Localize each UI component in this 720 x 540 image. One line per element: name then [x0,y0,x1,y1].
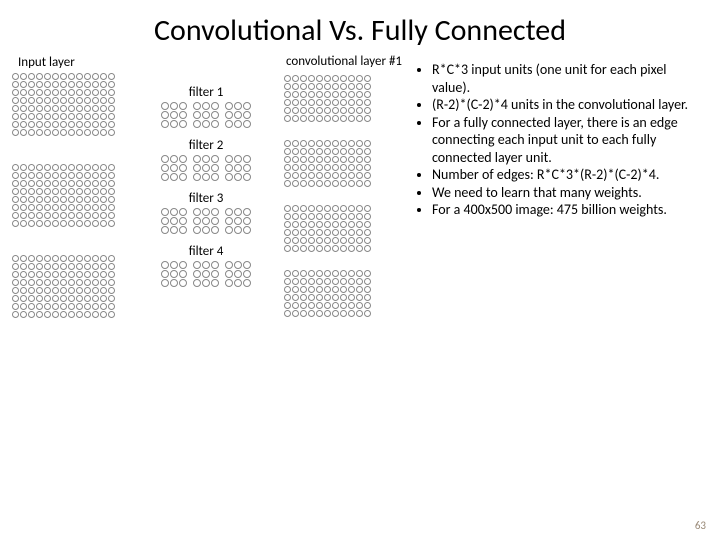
filter-grid [225,208,251,234]
filter-label: filter 3 [136,191,276,206]
input-grid [12,164,128,227]
input-grid [12,73,128,136]
bullets-column: R*C*3 input units (one unit for each pix… [412,55,702,346]
slide-title: Convolutional Vs. Fully Connected [0,0,720,55]
filter-group: filter 1 [136,85,276,128]
conv-grid [284,140,404,187]
input-layer-label: Input layer [12,55,128,70]
filter-label: filter 4 [136,244,276,259]
bullet-item: For a 400x500 image: 475 billion weights… [432,201,702,219]
filter-grid [161,208,187,234]
conv-layer-label: convolutional layer #1 [284,55,404,69]
bullet-item: We need to learn that many weights. [432,184,702,202]
input-grid [12,255,128,318]
filter-grid [161,155,187,181]
filter-group: filter 4 [136,244,276,287]
filter-label: filter 1 [136,85,276,100]
page-number: 63 [695,519,706,532]
conv-grid [284,270,404,317]
bullets-list: R*C*3 input units (one unit for each pix… [412,61,702,219]
input-layer-column: Input layer [12,55,128,346]
bullet-item: Number of edges: R*C*3*(R-2)*(C-2)*4. [432,166,702,184]
filter-grid [225,155,251,181]
filter-grid [193,261,219,287]
bullet-item: For a fully connected layer, there is an… [432,114,702,167]
filter-label: filter 2 [136,138,276,153]
filter-grid [225,102,251,128]
filter-grid [161,102,187,128]
filter-group: filter 2 [136,138,276,181]
filter-group: filter 3 [136,191,276,234]
bullet-item: (R-2)*(C-2)*4 units in the convolutional… [432,96,702,114]
filter-grid [225,261,251,287]
slide-content: Input layer filter 1filter 2filter 3filt… [0,55,720,346]
bullet-item: R*C*3 input units (one unit for each pix… [432,61,702,96]
conv-grid [284,205,404,252]
filter-grid [193,155,219,181]
conv-grid [284,75,404,122]
conv-layer-column: convolutional layer #1 [284,55,404,346]
filters-column: filter 1 filter 2 filter 3 filter 4 [136,55,276,346]
filter-grid [193,208,219,234]
filter-grid [161,261,187,287]
filter-grid [193,102,219,128]
